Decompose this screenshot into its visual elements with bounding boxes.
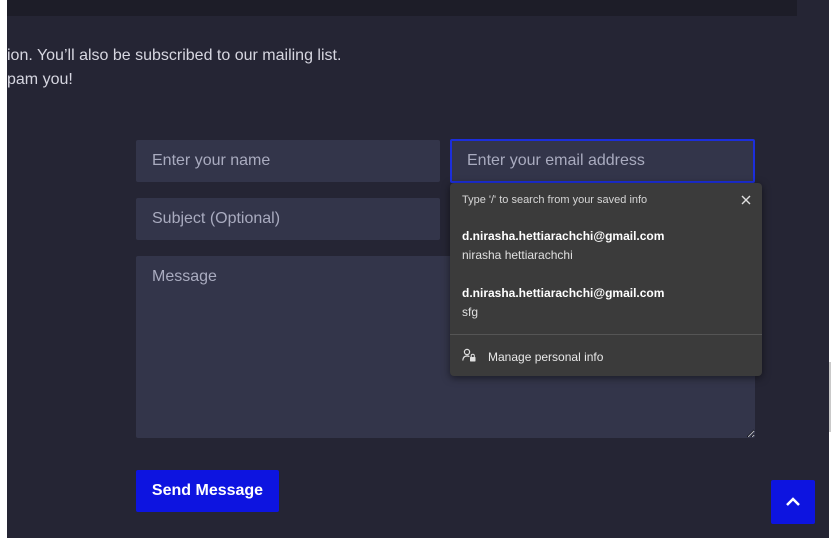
autofill-suggestion[interactable]: d.nirasha.hettiarachchi@gmail.com nirash… — [450, 223, 762, 267]
suggestion-email: d.nirasha.hettiarachchi@gmail.com — [462, 229, 665, 243]
top-bar — [7, 0, 797, 16]
suggestion-name: sfg — [462, 305, 479, 319]
close-icon[interactable] — [739, 193, 753, 207]
scrollbar[interactable] — [829, 362, 831, 432]
subject-input[interactable] — [136, 198, 440, 240]
send-message-button[interactable]: Send Message — [136, 470, 279, 512]
suggestion-email: d.nirasha.hettiarachchi@gmail.com — [462, 286, 665, 300]
email-input[interactable] — [450, 139, 755, 183]
name-input[interactable] — [136, 140, 440, 182]
intro-text: ion. You’ll also be subscribed to our ma… — [0, 44, 341, 92]
chevron-up-icon — [786, 497, 800, 506]
popup-divider — [450, 334, 762, 335]
scroll-to-top-button[interactable] — [771, 480, 815, 524]
suggestion-name: nirasha hettiarachchi — [462, 248, 573, 262]
autofill-popup: Type '/' to search from your saved info … — [450, 183, 762, 376]
manage-personal-info-label: Manage personal info — [488, 350, 604, 364]
person-lock-icon — [462, 348, 476, 362]
intro-line-1: ion. You’ll also be subscribed to our ma… — [7, 47, 342, 64]
manage-personal-info-item[interactable]: Manage personal info — [450, 343, 762, 371]
intro-line-2: pam you! — [7, 71, 73, 88]
autofill-hint: Type '/' to search from your saved info — [462, 194, 648, 206]
autofill-suggestion[interactable]: d.nirasha.hettiarachchi@gmail.com sfg — [450, 280, 762, 324]
